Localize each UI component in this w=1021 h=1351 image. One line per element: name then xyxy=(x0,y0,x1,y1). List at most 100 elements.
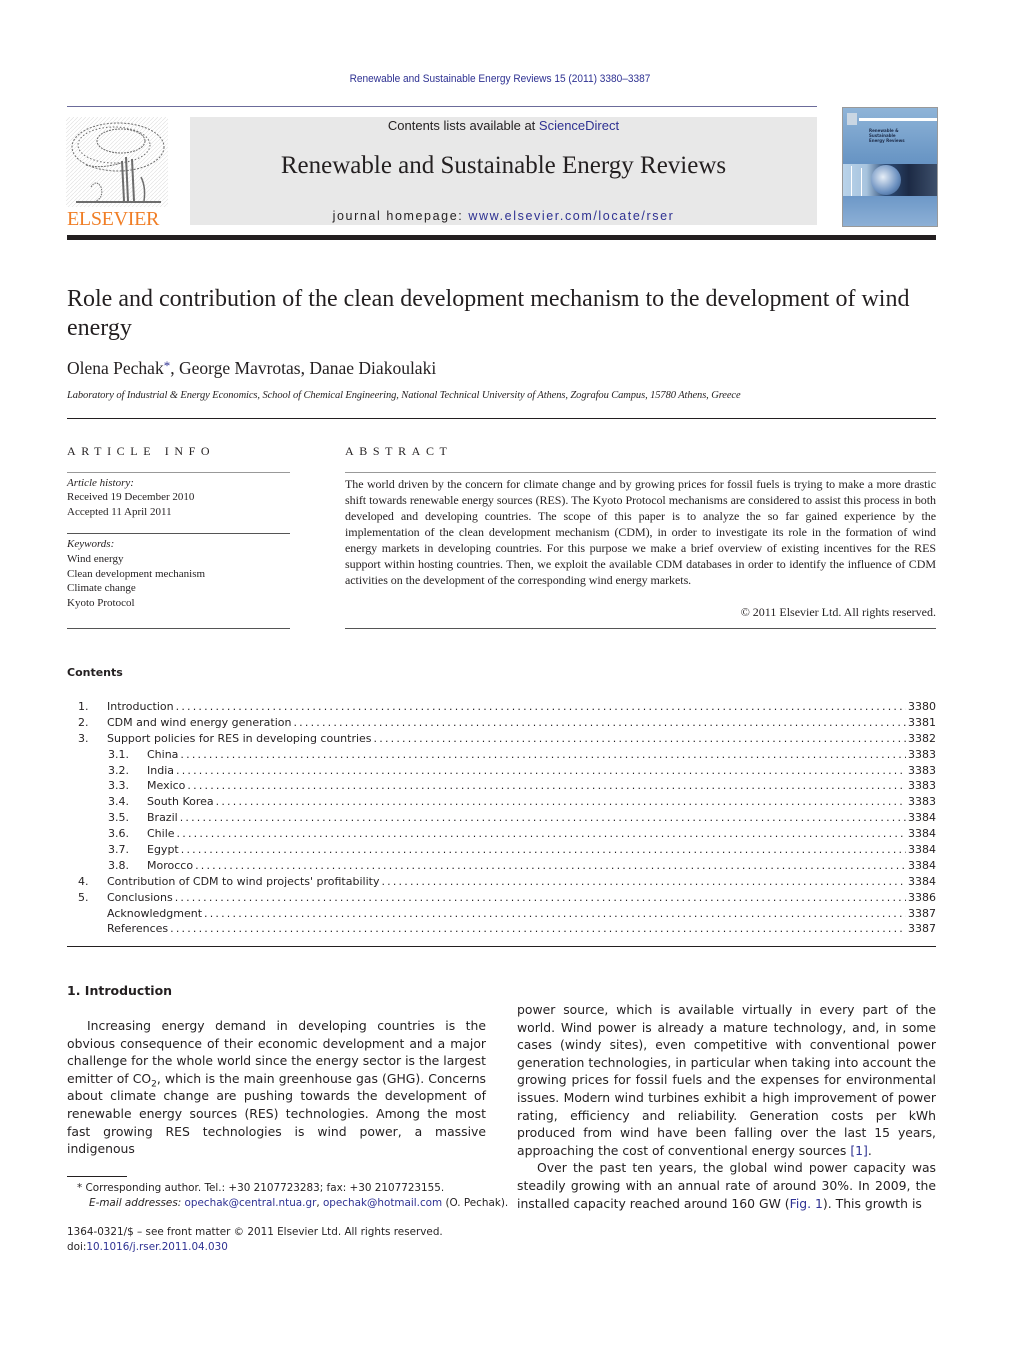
toc-row[interactable]: 4. Contribution of CDM to wind projects' … xyxy=(67,873,936,890)
divider xyxy=(345,472,936,473)
journal-homepage-link[interactable]: www.elsevier.com/locate/rser xyxy=(468,209,674,223)
toc-row[interactable]: 5. Conclusions...........................… xyxy=(67,889,936,906)
sciencedirect-link[interactable]: ScienceDirect xyxy=(539,118,619,133)
toc-page-number: 3384 xyxy=(908,827,936,841)
toc-label[interactable]: Support policies for RES in developing c… xyxy=(107,730,374,747)
toc-entry[interactable]: CDM and wind energy generation..........… xyxy=(107,714,936,731)
toc-leader-dots: ........................................… xyxy=(381,874,906,888)
toc-entry[interactable]: Mexico..................................… xyxy=(147,778,936,795)
article-history-label: Article history: xyxy=(67,477,134,489)
toc-label[interactable]: Brazil xyxy=(147,810,180,827)
toc-page-number: 3387 xyxy=(908,906,936,920)
toc-label[interactable]: South Korea xyxy=(147,794,216,811)
toc-entry[interactable]: China...................................… xyxy=(147,746,936,763)
abstract-heading: ABSTRACT xyxy=(345,444,453,458)
toc-leader-dots: ........................................… xyxy=(215,795,906,809)
divider xyxy=(67,418,936,419)
toc-label[interactable]: India xyxy=(147,762,176,779)
received-date: Received 19 December 2010 xyxy=(67,491,195,503)
journal-cover-image[interactable]: Renewable & Sustainable Energy Reviews xyxy=(842,107,938,227)
toc-number: 3.1. xyxy=(108,747,129,761)
toc-entry[interactable]: Support policies for RES in developing c… xyxy=(107,730,936,747)
toc-number: 1. xyxy=(78,700,89,713)
toc-row[interactable]: 3.6. Chile...............................… xyxy=(67,826,936,843)
author-separator: , xyxy=(170,358,179,378)
cover-logo-icon xyxy=(847,113,857,125)
section-heading-introduction: 1. Introduction xyxy=(67,983,173,998)
toc-entry[interactable]: Acknowledgment..........................… xyxy=(107,905,936,922)
toc-row[interactable]: 3.5. Brazil..............................… xyxy=(67,810,936,827)
toc-row[interactable]: 1. Introduction..........................… xyxy=(67,699,936,715)
toc-row[interactable]: 3. Support policies for RES in developing… xyxy=(67,730,936,747)
toc-number: 5. xyxy=(78,890,89,904)
email-link[interactable]: opechak@central.ntua.gr xyxy=(185,1197,317,1209)
toc-row[interactable]: 2. CDM and wind energy generation........… xyxy=(67,714,936,731)
toc-label[interactable]: CDM and wind energy generation xyxy=(107,714,294,731)
cover-title: Renewable & Sustainable Energy Reviews xyxy=(869,128,905,143)
toc-number: 3.4. xyxy=(108,795,129,809)
author-name[interactable]: Danae Diakoulaki xyxy=(309,358,436,378)
toc-row[interactable]: 3.8. Morocco.............................… xyxy=(67,857,936,874)
toc-page-number: 3383 xyxy=(908,763,936,777)
toc-label[interactable]: Contribution of CDM to wind projects' pr… xyxy=(107,873,382,890)
author-name[interactable]: George Mavrotas xyxy=(179,358,301,378)
toc-row[interactable]: 3.4. South Korea.........................… xyxy=(67,794,936,811)
email-footnote: E-mail addresses: opechak@central.ntua.g… xyxy=(89,1196,508,1212)
toc-row[interactable]: 3.2. India...............................… xyxy=(67,762,936,779)
email-link[interactable]: opechak@hotmail.com xyxy=(323,1197,442,1209)
email-label: E-mail addresses: xyxy=(89,1197,185,1209)
toc-row[interactable]: Acknowledgment..........................… xyxy=(67,905,936,922)
toc-label[interactable]: Morocco xyxy=(147,857,196,874)
author-name[interactable]: Olena Pechak xyxy=(67,358,164,378)
toc-page-number: 3384 xyxy=(908,843,936,857)
toc-label[interactable]: Conclusions xyxy=(107,889,175,906)
toc-leader-dots: ........................................… xyxy=(174,890,906,904)
figure-link[interactable]: Fig. 1 xyxy=(790,1196,823,1211)
reference-link[interactable]: [1] xyxy=(850,1143,868,1158)
keyword: Kyoto Protocol xyxy=(67,596,135,609)
body-column-left: Increasing energy demand in developing c… xyxy=(67,1017,486,1158)
toc-leader-dots: ........................................… xyxy=(170,922,906,936)
toc-entry[interactable]: References..............................… xyxy=(107,921,936,938)
toc-label[interactable]: References xyxy=(107,921,171,938)
toc-label[interactable]: Acknowledgment xyxy=(107,905,205,922)
cover-globe-icon xyxy=(871,165,901,195)
copyright-notice: © 2011 Elsevier Ltd. All rights reserved… xyxy=(740,605,936,619)
toc-entry[interactable]: Brazil..................................… xyxy=(147,810,936,827)
toc-row[interactable]: 3.7. Egypt...............................… xyxy=(67,842,936,858)
toc-page-number: 3383 xyxy=(908,779,936,793)
front-matter-notice: 1364-0321/$ – see front matter © 2011 El… xyxy=(67,1226,443,1238)
toc-entry[interactable]: Egypt...................................… xyxy=(147,842,936,858)
journal-reference[interactable]: Renewable and Sustainable Energy Reviews… xyxy=(40,73,960,85)
toc-page-number: 3384 xyxy=(908,858,936,872)
toc-leader-dots: ........................................… xyxy=(187,779,906,793)
toc-entry[interactable]: Conclusions.............................… xyxy=(107,889,936,906)
toc-number: 3.2. xyxy=(108,763,129,777)
toc-row[interactable]: References..............................… xyxy=(67,921,936,938)
toc-label[interactable]: Introduction xyxy=(107,699,176,715)
toc-leader-dots: ........................................… xyxy=(373,731,906,745)
toc-label[interactable]: Mexico xyxy=(147,778,188,795)
toc-row[interactable]: 3.3. Mexico..............................… xyxy=(67,778,936,795)
toc-row[interactable]: 3.1. China...............................… xyxy=(67,746,936,763)
toc-entry[interactable]: Contribution of CDM to wind projects' pr… xyxy=(107,873,936,890)
toc-entry[interactable]: Morocco.................................… xyxy=(147,857,936,874)
toc-label[interactable]: Chile xyxy=(147,826,177,843)
toc-entry[interactable]: South Korea.............................… xyxy=(147,794,936,811)
doi-line: doi:10.1016/j.rser.2011.04.030 xyxy=(67,1240,228,1256)
toc-leader-dots: ........................................… xyxy=(179,811,906,825)
toc-entry[interactable]: Introduction............................… xyxy=(107,699,936,715)
toc-leader-dots: ........................................… xyxy=(176,763,906,777)
toc-label[interactable]: China xyxy=(147,746,181,763)
author-list: Olena Pechak*, George Mavrotas, Danae Di… xyxy=(67,358,436,379)
toc-number: 3.3. xyxy=(108,779,129,793)
toc-entry[interactable]: Chile...................................… xyxy=(147,826,936,843)
toc-page-number: 3382 xyxy=(908,731,936,745)
doi-link[interactable]: 10.1016/j.rser.2011.04.030 xyxy=(86,1241,227,1253)
keyword: Climate change xyxy=(67,582,136,594)
toc-label[interactable]: Egypt xyxy=(147,842,181,858)
toc-entry[interactable]: India...................................… xyxy=(147,762,936,779)
homepage-prefix: journal homepage: xyxy=(332,209,469,223)
toc-leader-dots: ........................................… xyxy=(293,715,906,729)
toc-leader-dots: ........................................… xyxy=(204,906,906,920)
